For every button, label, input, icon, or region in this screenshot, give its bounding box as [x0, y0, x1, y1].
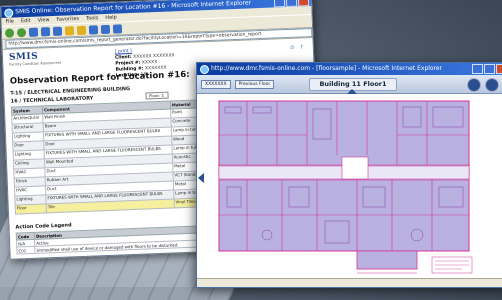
minimize-button[interactable] [273, 0, 286, 8]
cell-system: Floor [15, 203, 47, 215]
floorplan-window-titlebar[interactable]: http://www.dmr.fsmis-online.com - [floor… [197, 63, 502, 75]
previous-floor-button[interactable]: Previous Floor [234, 79, 275, 89]
menu-tools[interactable]: Tools [86, 14, 99, 22]
floor-select[interactable]: Floor: 1 [144, 91, 169, 100]
report-meta: [ print ] Client: XXXXXX XXXXXXX Project… [115, 47, 176, 79]
print-icon[interactable] [112, 23, 123, 34]
page-actions: ⎙ ? [290, 44, 303, 50]
building-value: XXXXXXX [144, 65, 167, 72]
project-label: Project #: [115, 60, 141, 67]
project-value: XXXXX [141, 60, 158, 66]
menu-help[interactable]: Help [105, 14, 117, 22]
location-value: 16 [140, 72, 147, 78]
code-cell-c1: C01 [16, 246, 36, 255]
floorplan-window-title: http://www.dmr.fsmis-online.com - [floor… [211, 65, 443, 72]
home-icon[interactable] [52, 26, 63, 36]
zoom-in-icon[interactable] [485, 78, 499, 92]
print-link[interactable]: [ print ] [115, 49, 132, 55]
menu-file[interactable]: File [5, 17, 14, 25]
export-icon[interactable]: ⎙ [290, 45, 294, 51]
maximize-button[interactable] [484, 64, 495, 74]
ie-icon [200, 65, 209, 74]
forward-icon[interactable] [16, 27, 27, 37]
history-icon[interactable] [88, 24, 99, 35]
client-label: Client: [114, 54, 132, 61]
ie-icon [4, 8, 14, 18]
window-controls [472, 64, 502, 74]
location-label: Location: [115, 72, 140, 79]
zoom-out-icon[interactable] [467, 78, 481, 92]
menu-favorites[interactable]: Favorites [56, 15, 79, 24]
status-bar [197, 278, 502, 287]
maximize-button[interactable] [285, 0, 298, 8]
floorplan-window: http://www.dmr.fsmis-online.com - [floor… [196, 62, 502, 288]
floor-plan-drawing[interactable] [207, 95, 487, 279]
refresh-icon[interactable] [40, 26, 51, 36]
mail-icon[interactable] [100, 24, 111, 34]
viewer-left-button[interactable]: XXXXXXX [201, 79, 231, 89]
favorites-icon[interactable] [76, 25, 87, 35]
back-icon[interactable] [4, 27, 15, 38]
pan-up-icon[interactable] [347, 89, 357, 94]
help-icon[interactable]: ? [300, 44, 303, 50]
search-icon[interactable] [64, 25, 75, 36]
close-button[interactable] [496, 64, 502, 74]
close-button[interactable] [297, 0, 310, 7]
client-value: XXXXXX XXXXXXX [133, 53, 175, 60]
pan-left-icon[interactable] [198, 173, 204, 183]
minimize-button[interactable] [472, 64, 483, 74]
stop-icon[interactable] [28, 27, 39, 37]
menu-view[interactable]: View [37, 16, 50, 24]
menu-edit[interactable]: Edit [21, 17, 31, 25]
